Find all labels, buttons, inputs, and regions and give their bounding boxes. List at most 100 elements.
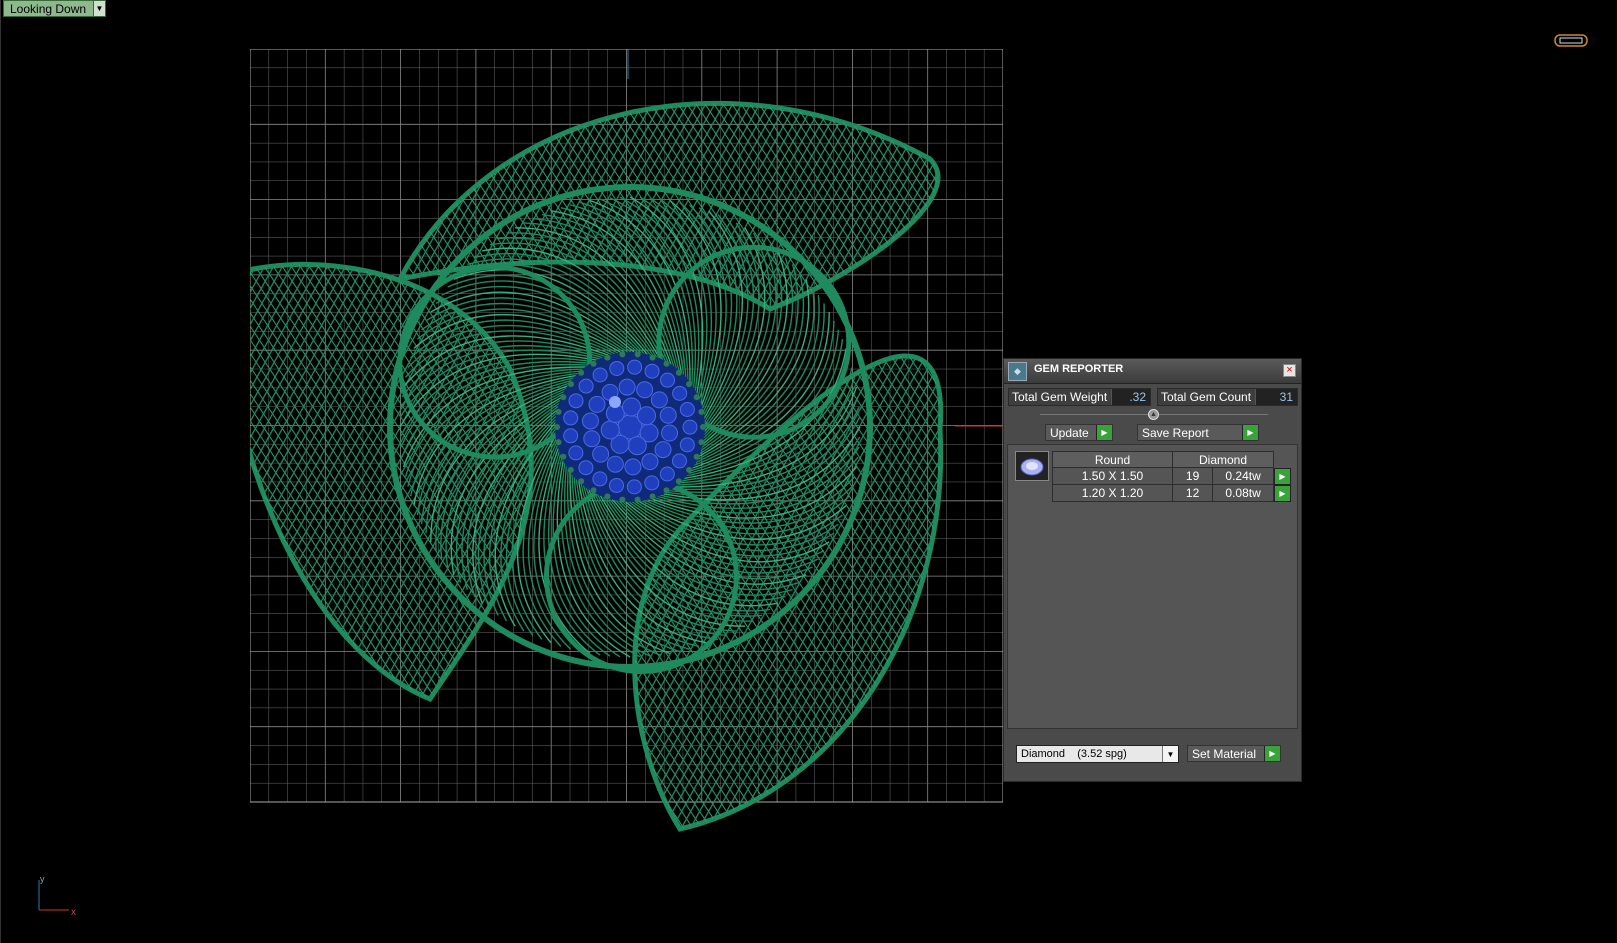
play-icon[interactable]: ▶ xyxy=(1274,484,1291,502)
table-row[interactable]: 1.50 X 1.50 19 0.24tw ▶ xyxy=(1052,467,1292,485)
round-gem xyxy=(592,471,608,487)
round-gem-thumbnail[interactable] xyxy=(1015,451,1049,481)
prong xyxy=(560,453,567,460)
round-gem xyxy=(627,359,643,375)
round-gem xyxy=(682,419,698,435)
prong xyxy=(567,381,574,388)
axis-y-label: y xyxy=(40,874,45,884)
prong xyxy=(555,408,562,415)
round-gem-icon xyxy=(1020,458,1044,476)
prong xyxy=(675,369,682,376)
round-gem xyxy=(637,406,657,426)
material-value: Diamond (3.52 spg) xyxy=(1021,748,1127,760)
prong xyxy=(649,493,656,500)
gem-reporter-icon: ◆ xyxy=(1008,362,1027,381)
round-gem xyxy=(672,385,688,401)
prong xyxy=(663,360,670,367)
round-gem xyxy=(626,479,642,495)
set-material-label: Set Material xyxy=(1192,746,1257,761)
round-gem xyxy=(583,430,601,448)
total-count-value: 31 xyxy=(1255,389,1297,405)
prong xyxy=(555,439,562,446)
round-gem xyxy=(659,466,675,482)
round-gem xyxy=(606,455,624,473)
prong xyxy=(578,478,585,485)
prong xyxy=(619,351,626,358)
view-mode-dropdown[interactable]: Looking Down ▼ xyxy=(3,0,106,17)
prong xyxy=(604,354,611,361)
3d-viewport[interactable]: Looking Down ▼ y x ◆ GEM REPORTER × Tota… xyxy=(0,0,1617,943)
total-weight-label: Total Gem Weight xyxy=(1009,389,1112,405)
update-button[interactable]: Update ▶ xyxy=(1045,424,1113,441)
round-gem xyxy=(659,406,677,424)
prong xyxy=(567,466,574,473)
round-gem xyxy=(568,445,584,461)
save-report-label: Save Report xyxy=(1142,425,1209,440)
chevron-down-icon[interactable]: ▼ xyxy=(1162,746,1178,762)
chevron-down-icon[interactable]: ▼ xyxy=(93,1,105,16)
round-gem xyxy=(592,367,608,383)
prong xyxy=(634,351,641,358)
col-header-shape: Round xyxy=(1052,451,1173,468)
round-gem xyxy=(578,460,594,476)
col-header-material: Diamond xyxy=(1172,451,1274,468)
round-gem xyxy=(644,475,660,491)
gem-table: Round Diamond 1.50 X 1.50 19 0.24tw ▶ 1.… xyxy=(1052,451,1292,502)
save-report-button[interactable]: Save Report ▶ xyxy=(1137,424,1259,441)
prong xyxy=(675,478,682,485)
prong xyxy=(590,487,597,494)
round-gem xyxy=(578,378,594,394)
round-gem xyxy=(624,458,642,476)
prong xyxy=(686,466,693,473)
gem-size: 1.20 X 1.20 xyxy=(1052,484,1173,502)
prong xyxy=(698,408,705,415)
round-gem xyxy=(679,401,695,417)
gem-weight: 0.08tw xyxy=(1212,484,1274,502)
round-gem xyxy=(563,428,579,444)
view-cube-icon[interactable] xyxy=(1554,32,1588,49)
round-gem xyxy=(588,395,606,413)
collapse-handle-icon[interactable]: ▲ xyxy=(1148,409,1159,420)
play-icon[interactable]: ▶ xyxy=(1242,425,1258,440)
prong xyxy=(663,487,670,494)
prong xyxy=(554,424,560,430)
close-icon[interactable]: × xyxy=(1283,364,1296,377)
panel-titlebar[interactable]: ◆ GEM REPORTER × xyxy=(1004,359,1301,384)
round-gem xyxy=(644,363,660,379)
gem-size: 1.50 X 1.50 xyxy=(1052,467,1173,485)
play-icon[interactable]: ▶ xyxy=(1096,425,1112,440)
total-gem-weight: Total Gem Weight .32 xyxy=(1008,388,1151,406)
round-gem xyxy=(600,420,620,440)
play-icon[interactable]: ▶ xyxy=(1264,746,1280,761)
gem-table-header: Round Diamond xyxy=(1052,451,1292,468)
round-gem xyxy=(609,477,625,493)
set-material-button[interactable]: Set Material ▶ xyxy=(1187,745,1281,762)
round-gem xyxy=(660,372,676,388)
prong xyxy=(686,381,693,388)
round-gem xyxy=(563,410,579,426)
round-gem xyxy=(679,437,695,453)
view-mode-label: Looking Down xyxy=(10,1,87,16)
table-row[interactable]: 1.20 X 1.20 12 0.08tw ▶ xyxy=(1052,484,1292,502)
gem-highlight xyxy=(609,396,621,408)
prong xyxy=(560,394,567,401)
prong xyxy=(693,394,700,401)
prong xyxy=(698,439,705,446)
total-weight-value: .32 xyxy=(1111,389,1150,405)
prong xyxy=(604,493,611,500)
play-icon[interactable]: ▶ xyxy=(1274,467,1291,485)
update-label: Update xyxy=(1050,425,1089,440)
jewelry-model[interactable] xyxy=(250,49,1003,849)
round-gem xyxy=(627,436,647,456)
prong xyxy=(693,453,700,460)
gem-count: 12 xyxy=(1171,484,1214,502)
total-gem-count: Total Gem Count 31 xyxy=(1157,388,1298,406)
prong xyxy=(590,360,597,367)
panel-title: GEM REPORTER xyxy=(1034,363,1124,375)
axis-x-label: x xyxy=(71,907,76,917)
material-select[interactable]: Diamond (3.52 spg) ▼ xyxy=(1016,745,1179,763)
total-count-label: Total Gem Count xyxy=(1158,389,1256,405)
round-gem xyxy=(661,424,679,442)
prong xyxy=(619,496,626,503)
round-gem xyxy=(609,360,625,376)
